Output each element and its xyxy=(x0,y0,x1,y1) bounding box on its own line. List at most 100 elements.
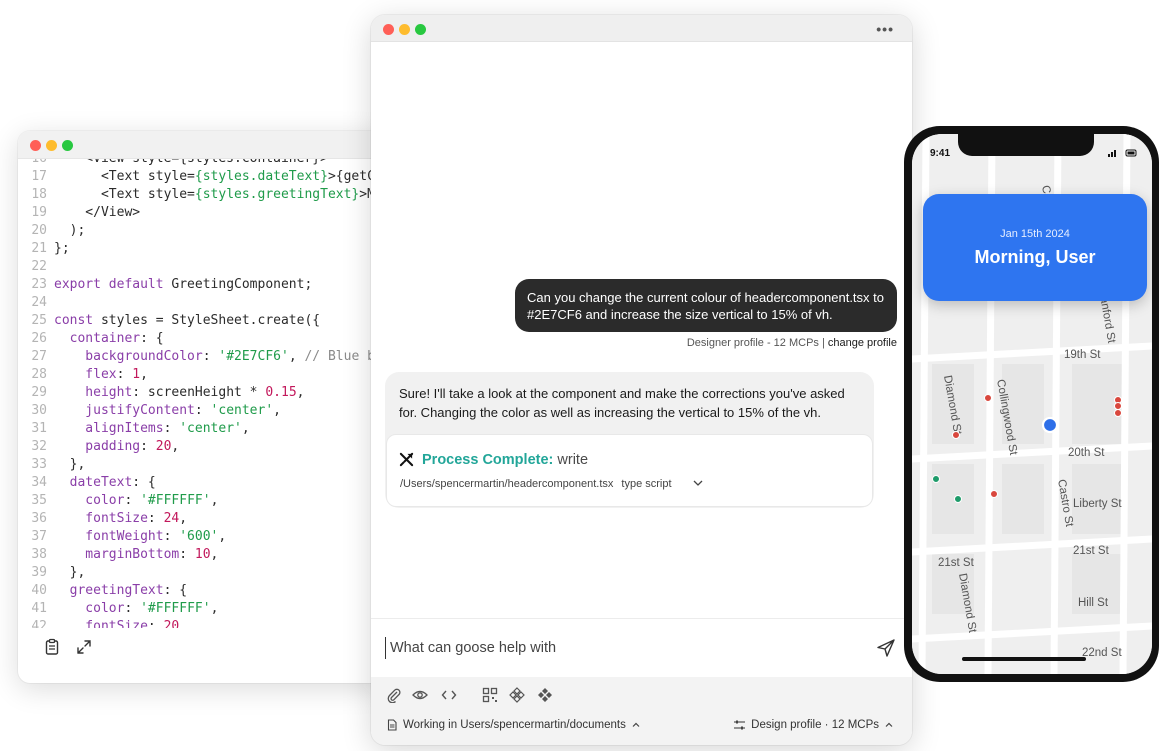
code-token: <Text style= xyxy=(54,169,195,184)
maximize-window-button[interactable] xyxy=(415,24,426,35)
code-editor-window: 16 <View style={styles.container}>17 <Te… xyxy=(18,131,390,683)
street-label: 21st St xyxy=(1073,545,1110,557)
line-number: 39 xyxy=(31,565,47,580)
chevron-down-icon[interactable] xyxy=(693,478,703,488)
line-number: 29 xyxy=(31,385,47,400)
header-greeting: Morning, User xyxy=(974,247,1096,267)
process-file-path: /Users/spencermartin/headercomponent.tsx xyxy=(400,478,614,490)
code-line: 39 }, xyxy=(18,564,375,582)
code-lines: 16 <View style={styles.container}>17 <Te… xyxy=(18,159,375,628)
code-token: backgroundColor xyxy=(54,349,203,364)
attach-icon[interactable] xyxy=(386,687,402,703)
code-token: container xyxy=(54,331,141,346)
code-token: <View style={styles.container}> xyxy=(54,159,328,166)
sliders-icon xyxy=(734,720,746,730)
home-indicator[interactable] xyxy=(962,657,1086,661)
code-line: 41 color: '#FFFFFF', xyxy=(18,600,375,618)
line-code: container: { xyxy=(54,330,164,348)
qr-scan-icon[interactable] xyxy=(482,687,498,703)
more-options-icon[interactable]: ••• xyxy=(876,21,894,37)
process-card[interactable]: Process Complete: write /Users/spencerma… xyxy=(386,434,873,507)
line-number: 32 xyxy=(31,439,47,454)
line-number: 41 xyxy=(31,601,47,616)
code-line: 38 marginBottom: 10, xyxy=(18,546,375,564)
code-token: </View> xyxy=(54,205,141,220)
composer: Working in Users/spencermartin/documents… xyxy=(371,618,912,745)
code-token: 20 xyxy=(155,439,172,454)
line-number: 35 xyxy=(31,493,47,508)
code-line: 40 greetingText: { xyxy=(18,582,375,600)
line-code: }, xyxy=(54,456,86,474)
code-line: 25 const styles = StyleSheet.create({ xyxy=(18,312,375,330)
line-code: padding: 20, xyxy=(54,438,179,456)
send-icon[interactable] xyxy=(876,638,896,658)
code-token: styles = StyleSheet.create({ xyxy=(100,313,321,328)
line-code: marginBottom: 10, xyxy=(54,546,218,564)
code-line: 32 padding: 20, xyxy=(18,438,375,456)
code-line: 29 height: screenHeight * 0.15, xyxy=(18,384,375,402)
code-line: 42 fontSize: 20, xyxy=(18,618,375,628)
code-line: 35 color: '#FFFFFF', xyxy=(18,492,375,510)
line-number: 40 xyxy=(31,583,47,598)
minimize-window-button[interactable] xyxy=(46,140,57,151)
line-code: </View> xyxy=(54,204,140,222)
profile-selector-label: Design profile · 12 MCPs xyxy=(751,719,879,731)
code-token: , xyxy=(241,421,250,436)
assistant-message-bubble: Sure! I'll take a look at the component … xyxy=(385,372,874,508)
code-token: : xyxy=(147,619,164,628)
code-token: : xyxy=(116,367,133,382)
line-number: 36 xyxy=(31,511,47,526)
code-token: : xyxy=(124,601,141,616)
phone-screen: Castro St Sanford St 19th St Diamond St … xyxy=(912,134,1152,674)
code-token: height xyxy=(54,385,133,400)
code-token: , xyxy=(210,547,219,562)
message-input[interactable] xyxy=(385,637,855,659)
code-token: : xyxy=(147,511,164,526)
code-icon[interactable] xyxy=(441,687,457,703)
status-time: 9:41 xyxy=(930,148,951,159)
code-token: : xyxy=(140,439,156,454)
expand-icon[interactable] xyxy=(75,638,93,656)
code-line: 34 dateText: { xyxy=(18,474,375,492)
code-token: const xyxy=(54,313,101,328)
line-number: 20 xyxy=(31,223,47,238)
code-token: flex xyxy=(54,367,117,382)
close-window-button[interactable] xyxy=(30,140,41,151)
code-token: : xyxy=(163,421,180,436)
line-code: ); xyxy=(54,222,86,240)
minimize-window-button[interactable] xyxy=(399,24,410,35)
working-directory[interactable]: Working in Users/spencermartin/documents xyxy=(386,719,641,731)
change-profile-link[interactable]: change profile xyxy=(828,337,897,349)
figma-instance-icon[interactable] xyxy=(537,687,553,703)
code-token: }; xyxy=(54,241,70,256)
code-line: 37 fontWeight: '600', xyxy=(18,528,375,546)
line-code: export default GreetingComponent; xyxy=(54,276,312,294)
maximize-window-button[interactable] xyxy=(62,140,73,151)
code-token: GreetingComponent; xyxy=(171,277,313,292)
message-meta: Designer profile - 12 MCPs | change prof… xyxy=(687,337,897,349)
code-line: 16 <View style={styles.container}> xyxy=(18,159,375,168)
code-token: 24 xyxy=(163,511,180,526)
line-number: 18 xyxy=(31,187,47,202)
code-token: , xyxy=(288,349,305,364)
eye-icon[interactable] xyxy=(412,687,428,703)
greeting-header-card[interactable]: Jan 15th 2024 Morning, User xyxy=(923,194,1147,301)
clipboard-icon[interactable] xyxy=(43,638,61,656)
window-controls xyxy=(30,140,73,151)
process-tool-label: write xyxy=(557,452,589,468)
code-token: : screenHeight * xyxy=(132,385,266,400)
code-view[interactable]: 16 <View style={styles.container}>17 <Te… xyxy=(18,159,390,628)
street-label: 20th St xyxy=(1068,447,1105,459)
line-code: <View style={styles.container}> xyxy=(54,159,328,168)
profile-selector[interactable]: Design profile · 12 MCPs xyxy=(733,719,894,731)
code-line: 17 <Text style={styles.dateText}>{getC xyxy=(18,168,375,186)
figma-component-icon[interactable] xyxy=(509,687,525,703)
line-code: alignItems: 'center', xyxy=(54,420,250,438)
code-token: '#2E7CF6' xyxy=(218,349,289,364)
close-window-button[interactable] xyxy=(383,24,394,35)
street-label: 22nd St xyxy=(1082,647,1122,659)
code-token: : xyxy=(124,493,141,508)
process-title: Process Complete: write xyxy=(422,452,588,468)
code-line: 36 fontSize: 24, xyxy=(18,510,375,528)
code-token: alignItems xyxy=(54,421,164,436)
